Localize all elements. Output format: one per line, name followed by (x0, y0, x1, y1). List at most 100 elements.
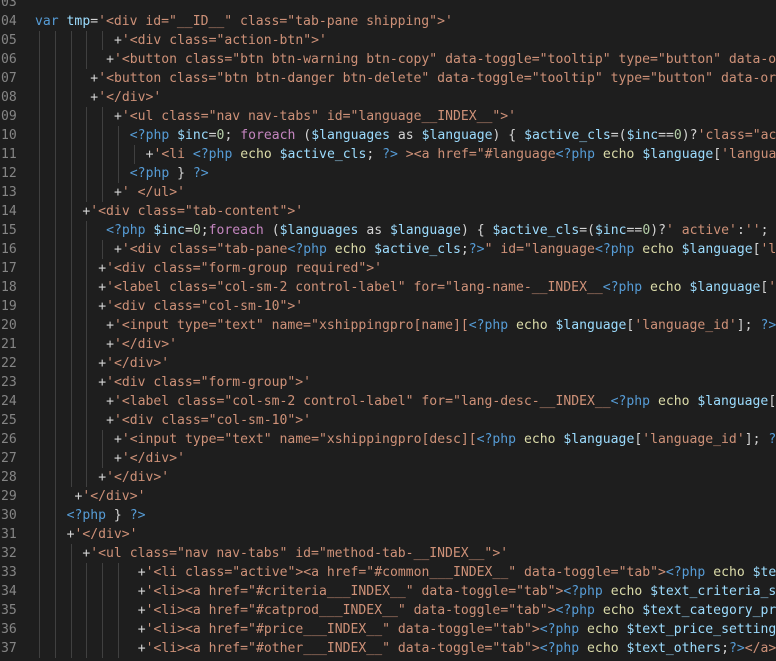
indent-guide (54, 639, 56, 658)
code-line[interactable]: 05 +'<div class="action-btn">' (0, 31, 776, 50)
code-token: + (137, 603, 146, 618)
indent-guide (86, 430, 88, 449)
code-line[interactable]: 19 +'<div class="col-sm-10">' (0, 297, 776, 316)
code-token: 'class="acti (697, 128, 776, 143)
code-token: <?php (563, 584, 611, 599)
indent-guide (39, 107, 40, 126)
indent-guide (39, 240, 40, 259)
code-line[interactable]: 37 +'<li><a href="#other___INDEX__" data-… (0, 639, 776, 658)
indent-guide (70, 221, 72, 240)
line-number: 06 (1, 52, 17, 67)
code-line[interactable]: 27 +'</div>' (0, 449, 776, 468)
code-text: +'<input type="text" name="xshippingpro[… (106, 316, 776, 335)
indent-guide (102, 639, 104, 658)
code-text: +'</div>' (90, 88, 161, 107)
code-text: +'<div class="form-group required">' (98, 259, 382, 278)
code-line[interactable]: 32 +'<ul class="nav nav-tabs" id="method-… (0, 544, 776, 563)
code-line[interactable]: 36 +'<li><a href="#price___INDEX__" data-… (0, 620, 776, 639)
indent-guide (54, 354, 56, 373)
indent-guide (102, 31, 104, 50)
code-line[interactable]: 33 +'<li class="active"><a href="#common_… (0, 563, 776, 582)
code-line[interactable]: 13 +' </ul>' (0, 183, 776, 202)
code-token: <?php (287, 242, 335, 257)
indent-guide (86, 107, 88, 126)
code-line[interactable]: 15 <?php $inc=0;foreach ($languages as $l… (0, 221, 776, 240)
code-token: + (114, 185, 122, 200)
code-token: =( (610, 128, 627, 143)
indent-guide (86, 354, 88, 373)
indent-guide (54, 506, 56, 525)
code-line[interactable]: 08 +'</div>' (0, 88, 776, 107)
code-line[interactable]: 12 <?php } ?> (0, 164, 776, 183)
code-line[interactable]: 31 +'</div>' (0, 525, 776, 544)
code-line[interactable]: 06 +'<button class="btn btn-warning btn-c… (0, 50, 776, 69)
code-line[interactable]: 04 var tmp='<div id="__ID__" class="tab-p… (0, 12, 776, 31)
line-number: 03 (1, 0, 17, 10)
code-text: +' </ul>' (114, 183, 185, 202)
indent-guide (70, 544, 72, 563)
code-line[interactable]: 26 +'<input type="text" name="xshippingpr… (0, 430, 776, 449)
code-text: +'</div>' (67, 525, 138, 544)
code-line[interactable]: 18 +'<label class="col-sm-2 control-label… (0, 278, 776, 297)
code-line[interactable]: 35 +'<li><a href="#catprod___INDEX__" dat… (0, 601, 776, 620)
line-number: 17 (1, 261, 17, 276)
code-line[interactable]: 07 +'<button class="btn btn-danger btn-de… (0, 69, 776, 88)
code-token: ?> (192, 166, 209, 181)
code-line[interactable]: 17 +'<div class="form-group required">' (0, 259, 776, 278)
indent-guide (86, 582, 88, 601)
code-line[interactable]: 14 +'<div class="tab-content">' (0, 202, 776, 221)
code-text: +'<li><a href="#catprod___INDEX__" data-… (138, 601, 776, 620)
indent-guide (54, 525, 56, 544)
code-token: as (390, 128, 422, 143)
line-number: 05 (1, 33, 17, 48)
indent-guide (133, 145, 135, 164)
code-line[interactable]: 16 +'<div class="tab-pane<?php echo $acti… (0, 240, 776, 259)
code-line[interactable]: 25 +'<div class="col-sm-10">' (0, 411, 776, 430)
code-editor[interactable]: 03 04 var tmp='<div id="__ID__" class="tab… (0, 0, 776, 661)
indent-guide (39, 335, 40, 354)
code-text: +'<button class="btn btn-danger btn-dele… (90, 69, 776, 88)
code-token: '</div>' (74, 527, 138, 542)
code-line[interactable]: 34 +'<li><a href="#criteria___INDEX__" da… (0, 582, 776, 601)
code-token: echo (610, 584, 651, 599)
code-token: ?> (728, 641, 745, 656)
indent-guide (70, 316, 72, 335)
code-line[interactable]: 20 +'<input type="text" name="xshippingpr… (0, 316, 776, 335)
code-line[interactable]: 30 <?php } ?> (0, 506, 776, 525)
code-line[interactable]: 28 +'</div>' (0, 468, 776, 487)
code-token: + (106, 337, 114, 352)
code-line[interactable]: 23 +'<div class="form-group">' (0, 373, 776, 392)
code-text: +'<ul class="nav nav-tabs" id="method-ta… (82, 544, 508, 563)
indent-guide (118, 164, 119, 183)
line-number: 36 (1, 622, 17, 637)
code-token: '</div>' (121, 451, 185, 466)
code-line[interactable]: 22 +'</div>' (0, 354, 776, 373)
code-line[interactable]: 10 <?php $inc=0; foreach ($languages as $… (0, 126, 776, 145)
indent-guide (70, 107, 72, 126)
code-line[interactable]: 11 +'<li <?php echo $active_cls; ?> ><a h… (0, 145, 776, 164)
line-number: 33 (1, 565, 17, 580)
code-token: : (736, 223, 745, 238)
indent-guide (54, 221, 56, 240)
code-token: = (90, 14, 99, 29)
code-line[interactable]: 03 (0, 0, 776, 12)
indent-guide (39, 525, 40, 544)
code-line[interactable]: 21 +'</div>' (0, 335, 776, 354)
code-token: + (137, 641, 146, 656)
indent-guide (102, 601, 104, 620)
indent-guide (86, 620, 88, 639)
code-line[interactable]: 29 +'</div>' (0, 487, 776, 506)
code-line[interactable]: 24 +'<label class="col-sm-2 control-label… (0, 392, 776, 411)
code-line[interactable]: 09 +'<ul class="nav nav-tabs" id="languag… (0, 107, 776, 126)
indent-guide (86, 221, 88, 240)
code-text: var tmp='<div id="__ID__" class="tab-pan… (35, 12, 453, 31)
code-token: $text_others (626, 641, 722, 656)
indent-guide (118, 639, 119, 658)
code-token: 0 (192, 223, 201, 238)
code-token: <?php (539, 641, 588, 656)
line-number: 26 (1, 432, 17, 447)
line-number: 19 (1, 299, 17, 314)
indent-guide (70, 373, 72, 392)
code-token: <?php (192, 147, 241, 162)
line-number: 20 (1, 318, 17, 333)
